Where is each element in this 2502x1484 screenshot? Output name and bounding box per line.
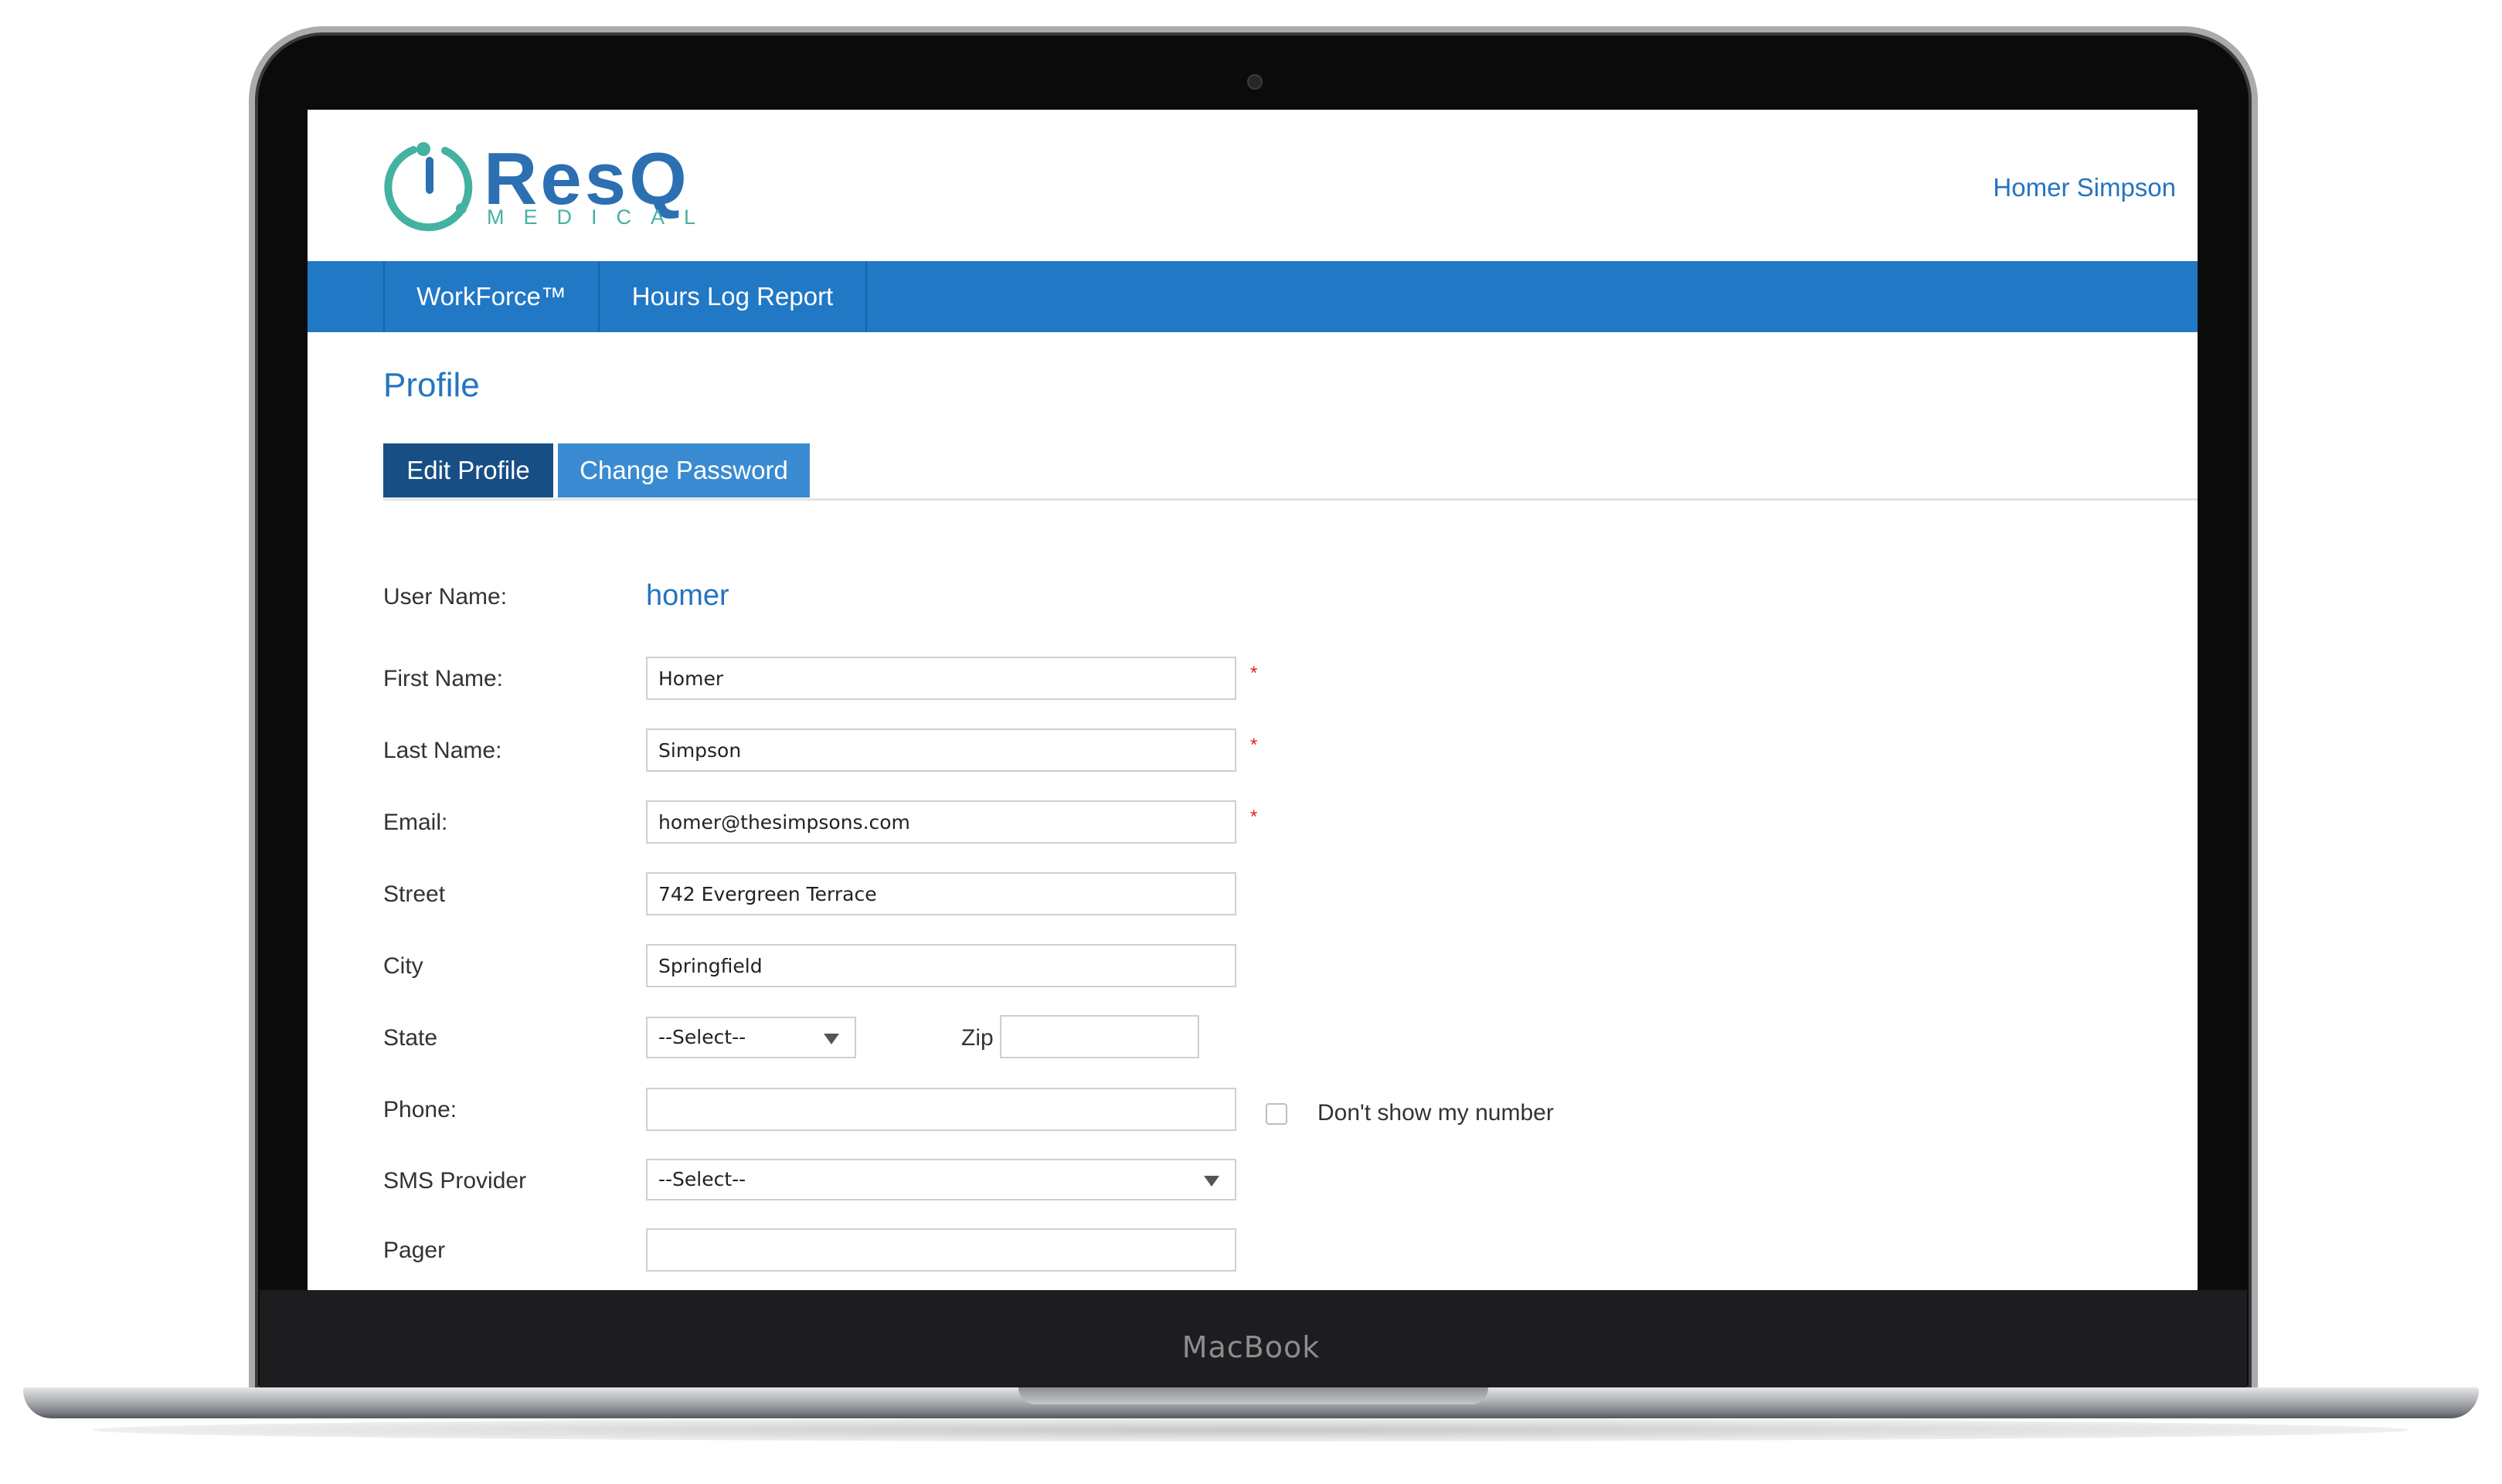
email-field[interactable]	[646, 800, 1236, 844]
hide-number-checkbox[interactable]	[1266, 1103, 1287, 1125]
chevron-down-icon	[1204, 1176, 1219, 1187]
tab-divider	[383, 498, 2198, 501]
first-name-required-marker: *	[1250, 663, 1258, 684]
phone-label: Phone:	[383, 1097, 457, 1122]
user-account-link[interactable]: Homer Simpson	[1993, 173, 2176, 202]
first-name-field[interactable]	[646, 657, 1236, 700]
street-label: Street	[383, 881, 446, 907]
stopwatch-icon	[384, 142, 473, 232]
street-field[interactable]	[646, 872, 1236, 915]
phone-field[interactable]	[646, 1088, 1236, 1131]
last-name-field[interactable]	[646, 728, 1236, 772]
logo-subtitle: MEDICAL	[487, 205, 716, 229]
email-label: Email:	[383, 810, 448, 835]
hide-number-label[interactable]: Don't show my number	[1317, 1100, 1554, 1126]
device-brand-label: MacBook	[1181, 1330, 1321, 1364]
last-name-label: Last Name:	[383, 738, 502, 763]
zip-label: Zip	[961, 1025, 994, 1051]
app-header: ResQ MEDICAL Homer Simpson	[308, 110, 2198, 261]
state-select[interactable]: --Select--	[646, 1017, 856, 1058]
page-title: Profile	[383, 366, 480, 404]
pager-label: Pager	[383, 1238, 446, 1263]
laptop-notch	[1018, 1387, 1488, 1404]
tab-edit-profile[interactable]: Edit Profile	[383, 443, 553, 497]
sms-provider-select-value: --Select--	[658, 1168, 746, 1190]
last-name-required-marker: *	[1250, 735, 1258, 756]
pager-field[interactable]	[646, 1228, 1236, 1272]
city-label: City	[383, 953, 423, 979]
tab-change-password[interactable]: Change Password	[558, 443, 810, 497]
main-nav: WorkForce™ Hours Log Report	[308, 261, 2198, 332]
nav-item-workforce[interactable]: WorkForce™	[383, 261, 598, 332]
state-select-value: --Select--	[658, 1026, 746, 1048]
state-label: State	[383, 1025, 438, 1051]
nav-item-hours-log-report[interactable]: Hours Log Report	[598, 261, 867, 332]
resq-logo[interactable]: ResQ MEDICAL	[382, 139, 706, 232]
laptop-shadow	[93, 1418, 2409, 1442]
first-name-label: First Name:	[383, 666, 504, 691]
city-field[interactable]	[646, 944, 1236, 987]
username-value: homer	[646, 579, 729, 612]
app-screen: ResQ MEDICAL Homer Simpson WorkForce™ Ho…	[308, 110, 2198, 1290]
chevron-down-icon	[824, 1034, 839, 1044]
email-required-marker: *	[1250, 807, 1258, 827]
username-label: User Name:	[383, 584, 508, 610]
sms-provider-select[interactable]: --Select--	[646, 1159, 1236, 1200]
zip-field[interactable]	[1000, 1015, 1199, 1058]
sms-provider-label: SMS Provider	[383, 1168, 527, 1194]
camera-icon	[1247, 74, 1263, 90]
